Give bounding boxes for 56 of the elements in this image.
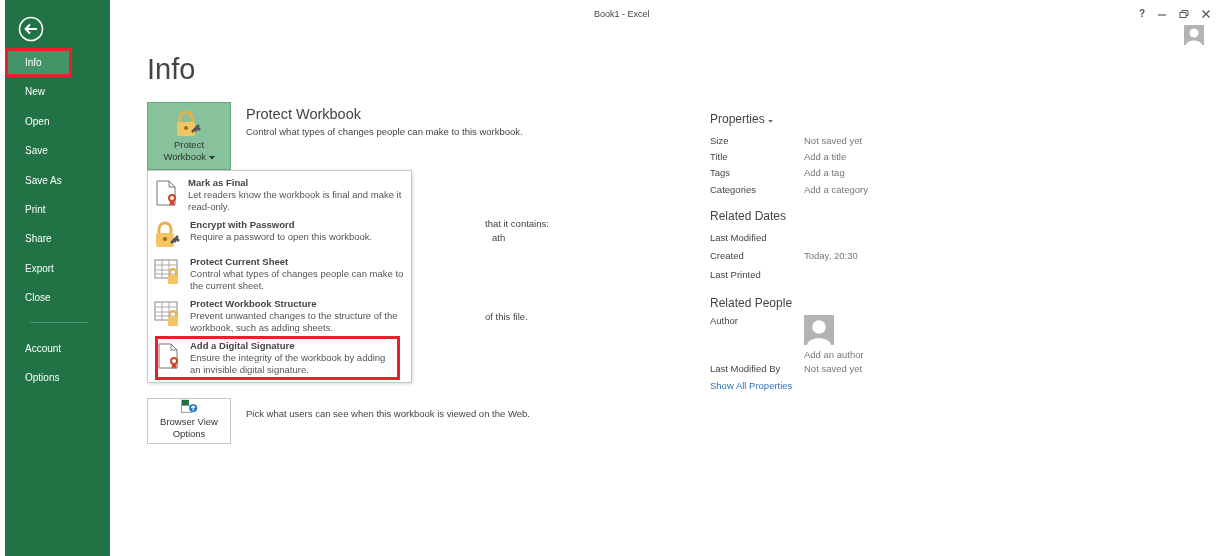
- sidebar-item[interactable]: Share: [5, 224, 110, 254]
- browser-view-icon: [178, 399, 200, 414]
- property-value[interactable]: Add a category: [804, 183, 868, 195]
- property-label: Created: [710, 250, 745, 262]
- property-label: Categories: [710, 183, 757, 195]
- property-value: Today, 20:30: [804, 250, 858, 262]
- section-description: that it contains:: [485, 218, 549, 229]
- property-label: Size: [710, 134, 730, 146]
- property-label: Last Modified: [710, 231, 768, 243]
- section-heading: Related People: [710, 295, 794, 310]
- property-value[interactable]: Add a tag: [804, 167, 845, 179]
- sidebar-item[interactable]: Save: [5, 136, 110, 166]
- property-label: Last Modified By: [710, 363, 782, 375]
- section-description: Pick what users can see when this workbook is viewed on the Web.: [246, 408, 530, 419]
- lock-key-icon: [175, 111, 203, 137]
- menu-item[interactable]: Encrypt with Password Require a password to open this workbook.: [148, 216, 411, 253]
- menu-item[interactable]: Protect Current Sheet Control what types of changes people can make to the current sheet.: [148, 253, 411, 295]
- page-title: Info: [147, 52, 197, 87]
- property-label: Last Printed: [710, 268, 762, 280]
- browser-view-options-button[interactable]: Browser View Options: [147, 398, 231, 444]
- sidebar-item[interactable]: Options: [5, 362, 110, 393]
- menu-item[interactable]: Mark as Final Let readers know the workbook is final and make it read-only.: [148, 174, 411, 216]
- caret-icon: [208, 156, 215, 160]
- section-description: ath: [492, 232, 506, 243]
- section-description: Control what types of changes people can make to this workbook.: [246, 126, 523, 137]
- property-value[interactable]: Add a title: [804, 150, 847, 162]
- properties-dropdown[interactable]: Properties: [710, 112, 868, 126]
- sidebar-item[interactable]: Print: [5, 194, 110, 225]
- sidebar-item[interactable]: Account: [5, 333, 110, 363]
- sidebar-item[interactable]: Open: [5, 106, 110, 137]
- sidebar-item[interactable]: Close: [5, 283, 110, 313]
- caret-icon: [768, 120, 774, 123]
- property-value: Not saved yet: [804, 363, 863, 375]
- section-heading: Related Dates: [710, 209, 788, 224]
- restore-icon[interactable]: [1179, 8, 1189, 19]
- window-title: Book1 - Excel: [594, 9, 650, 19]
- section-heading: Protect Workbook: [246, 106, 362, 122]
- property-value[interactable]: Not saved yet: [804, 134, 863, 146]
- back-icon[interactable]: [18, 16, 44, 42]
- menu-item[interactable]: Add a Digital Signature Ensure the integrity of the workbook by adding an invisible digital signature.: [156, 337, 399, 379]
- avatar-icon: [804, 314, 834, 345]
- menu-item[interactable]: Protect Workbook Structure Prevent unwanted changes to the structure of the workbook, such as adding sheets.: [148, 295, 411, 337]
- section-description: of this file.: [485, 311, 528, 322]
- property-label: Tags: [710, 167, 732, 179]
- close-icon[interactable]: [1201, 8, 1211, 19]
- property-label: Title: [710, 150, 729, 162]
- add-author-field[interactable]: Add an author: [804, 348, 864, 360]
- sidebar-item[interactable]: Save As: [5, 165, 110, 195]
- lock-key-icon: [154, 221, 182, 249]
- help-button[interactable]: ?: [1138, 8, 1145, 19]
- show-all-properties-link[interactable]: Show All Properties: [710, 380, 868, 392]
- sidebar-item[interactable]: Export: [5, 253, 110, 284]
- sidebar-item[interactable]: New: [5, 77, 110, 107]
- property-label: Author: [710, 314, 739, 326]
- sidebar-item[interactable]: Info: [5, 48, 72, 78]
- protect-workbook-button[interactable]: Protect Workbook: [147, 102, 231, 170]
